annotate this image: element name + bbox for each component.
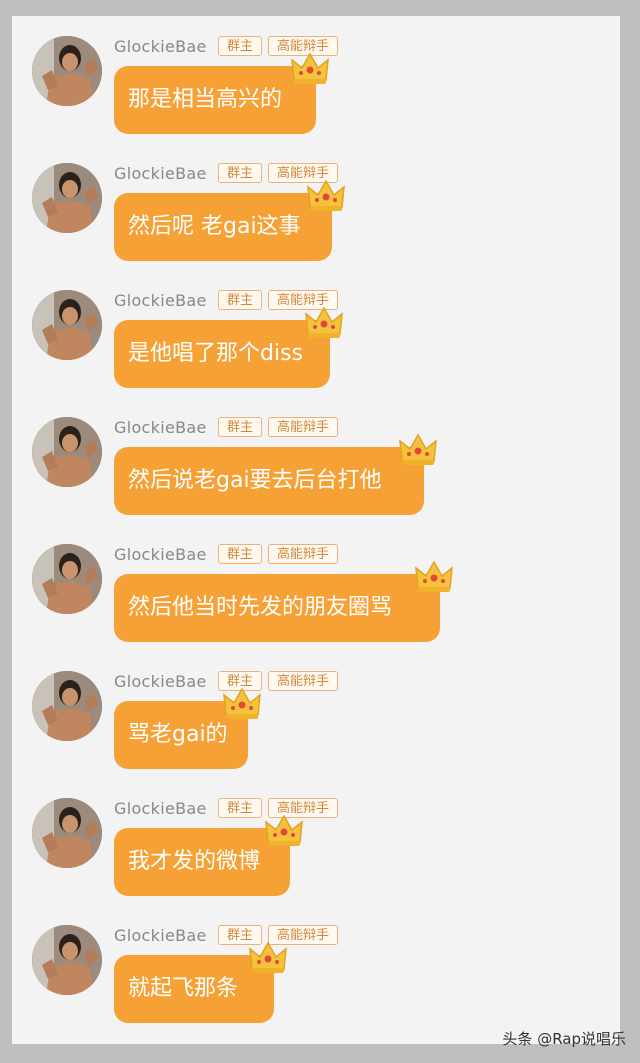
username[interactable]: GlockieBae <box>114 291 207 310</box>
message-bubble[interactable]: 那是相当高兴的 <box>114 66 316 134</box>
title-badge: 高能辩手 <box>268 671 338 691</box>
avatar[interactable] <box>32 798 102 868</box>
message-bubble[interactable]: 然后说老gai要去后台打他 <box>114 447 424 515</box>
avatar[interactable] <box>32 290 102 360</box>
chat-message: GlockieBae 群主 高能辩手然后说老gai要去后台打他 <box>12 399 620 519</box>
username[interactable]: GlockieBae <box>114 799 207 818</box>
username[interactable]: GlockieBae <box>114 164 207 183</box>
owner-badge: 群主 <box>218 544 262 564</box>
crown-icon <box>304 306 344 340</box>
chat-message: GlockieBae 群主 高能辩手 那是相当高兴的 <box>12 18 620 138</box>
chat-message: GlockieBae 群主 高能辩手 骂老gai的 <box>12 653 620 773</box>
username[interactable]: GlockieBae <box>114 672 207 691</box>
chat-message: GlockieBae 群主 高能辩手 然后呢 老gai这事 <box>12 145 620 265</box>
watermark: 头条 @Rap说唱乐 <box>502 1030 626 1048</box>
title-badge: 高能辩手 <box>268 544 338 564</box>
owner-badge: 群主 <box>218 798 262 818</box>
chat-message: GlockieBae 群主 高能辩手 是他唱了那个diss <box>12 272 620 392</box>
crown-icon <box>264 814 304 848</box>
chat-message: GlockieBae 群主 高能辩手 就起飞那条 <box>12 907 620 1027</box>
owner-badge: 群主 <box>218 290 262 310</box>
owner-badge: 群主 <box>218 36 262 56</box>
crown-icon <box>306 179 346 213</box>
crown-icon <box>248 941 288 975</box>
chat-message: GlockieBae 群主 高能辩手 我才发的微博 <box>12 780 620 900</box>
message-bubble[interactable]: 然后他当时先发的朋友圈骂 <box>114 574 440 642</box>
crown-icon <box>414 560 454 594</box>
avatar[interactable] <box>32 671 102 741</box>
username[interactable]: GlockieBae <box>114 545 207 564</box>
chat-panel: GlockieBae 群主 高能辩手 那是相当高兴的 GlockieBae 群主 高能辩手然… <box>12 16 620 1044</box>
message-bubble[interactable]: 是他唱了那个diss <box>114 320 330 388</box>
avatar[interactable] <box>32 417 102 487</box>
crown-icon <box>222 687 262 721</box>
username[interactable]: GlockieBae <box>114 926 207 945</box>
avatar[interactable] <box>32 36 102 106</box>
username[interactable]: GlockieBae <box>114 37 207 56</box>
owner-badge: 群主 <box>218 163 262 183</box>
avatar[interactable] <box>32 544 102 614</box>
owner-badge: 群主 <box>218 417 262 437</box>
chat-message: GlockieBae 群主 高能辩手然后他当时先发的朋友圈骂 <box>12 526 620 646</box>
username[interactable]: GlockieBae <box>114 418 207 437</box>
title-badge: 高能辩手 <box>268 417 338 437</box>
crown-icon <box>398 433 438 467</box>
crown-icon <box>290 52 330 86</box>
avatar[interactable] <box>32 925 102 995</box>
message-bubble[interactable]: 然后呢 老gai这事 <box>114 193 332 261</box>
avatar[interactable] <box>32 163 102 233</box>
